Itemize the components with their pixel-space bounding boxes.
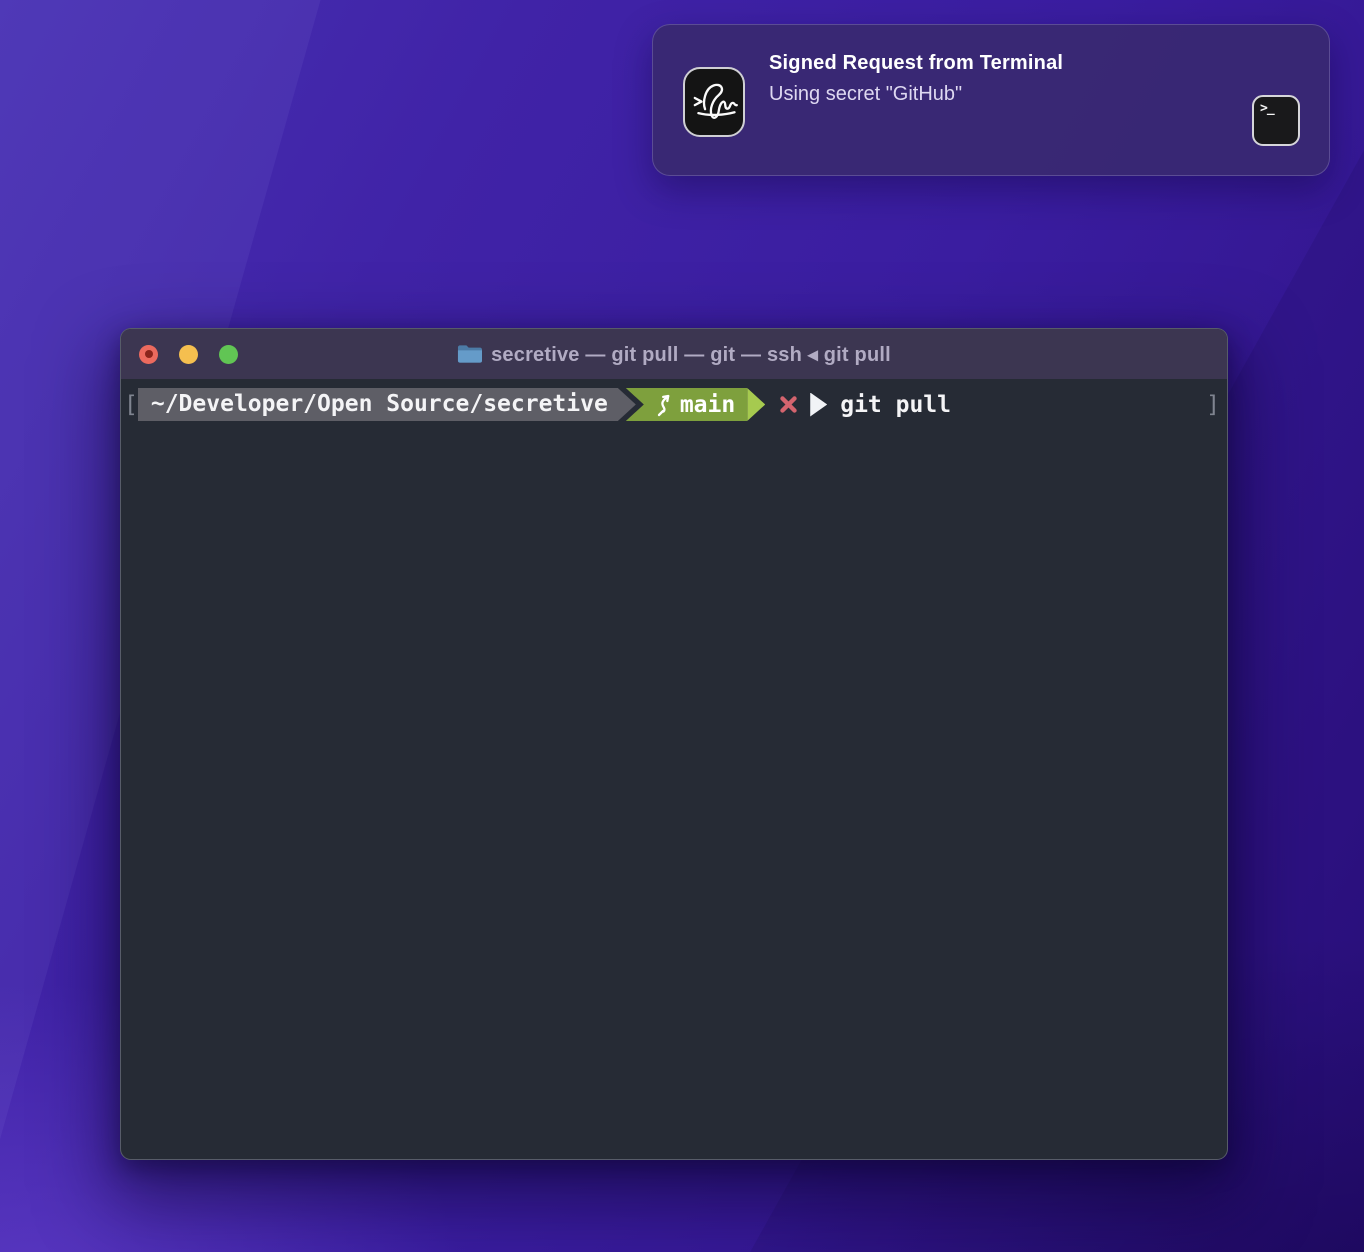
git-branch-icon [656, 393, 672, 417]
prompt-triangle-icon [810, 393, 827, 417]
window-titlebar[interactable]: secretive — git pull — git — ssh ◂ git p… [121, 329, 1227, 379]
notification-text-block: Signed Request from Terminal Using secre… [769, 48, 1233, 109]
notification-title: Signed Request from Terminal [769, 48, 1233, 79]
terminal-mark-close: ] [1206, 392, 1220, 418]
notification-banner[interactable]: Signed Request from Terminal Using secre… [652, 24, 1330, 176]
prompt-line: [ ~/Developer/Open Source/secretive main [121, 388, 1227, 421]
prompt-path-segment: ~/Developer/Open Source/secretive [138, 388, 618, 421]
window-title-text: secretive — git pull — git — ssh ◂ git p… [491, 342, 891, 367]
terminal-content[interactable]: [ ~/Developer/Open Source/secretive main [121, 388, 1227, 1160]
close-button[interactable] [139, 345, 158, 364]
secretive-signature-icon [683, 67, 745, 137]
prompt-branch-segment: main [626, 388, 747, 421]
branch-name: main [680, 392, 735, 418]
typed-command[interactable]: git pull [840, 392, 951, 418]
powerline-arrow-green [747, 388, 765, 421]
window-title: secretive — git pull — git — ssh ◂ git p… [457, 342, 891, 367]
terminal-app-icon: >_ [1252, 95, 1300, 146]
terminal-window: secretive — git pull — git — ssh ◂ git p… [120, 328, 1228, 1160]
zoom-button[interactable] [219, 345, 238, 364]
notification-subtitle: Using secret "GitHub" [769, 79, 1233, 109]
blue-folder-icon [457, 344, 482, 364]
status-x-icon [778, 394, 799, 415]
traffic-lights [139, 329, 238, 379]
terminal-mark-open: [ [124, 392, 138, 418]
minimize-button[interactable] [179, 345, 198, 364]
